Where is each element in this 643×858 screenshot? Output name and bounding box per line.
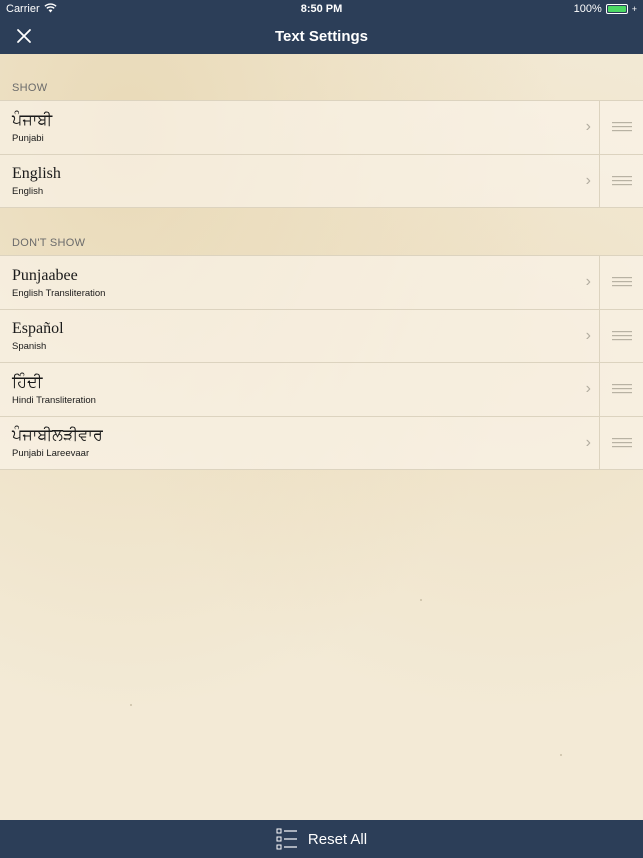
list-item-english[interactable]: English English ›: [0, 154, 643, 208]
row-subtitle: English Transliteration: [12, 287, 106, 299]
close-icon: [17, 29, 31, 43]
reorder-icon: [611, 122, 632, 132]
chevron-right-icon[interactable]: ›: [586, 380, 591, 398]
reset-all-label: Reset All: [307, 830, 368, 848]
row-main: Español Spanish: [0, 319, 643, 352]
row-title: ਹਿੰਦੀ: [12, 373, 43, 391]
row-title: ਪੰਜਾਬੀਲੜੀਵਾਰ: [12, 427, 103, 445]
row-title: Español: [12, 320, 64, 338]
close-button[interactable]: [10, 22, 38, 50]
row-main: Punjaabee English Transliteration: [0, 266, 643, 299]
reorder-icon: [611, 384, 632, 394]
row-subtitle: Spanish: [12, 341, 47, 353]
list-item-punjabi[interactable]: ਪੰਜਾਬੀ Punjabi ›: [0, 101, 643, 155]
row-main: ਪੰਜਾਬੀਲੜੀਵਾਰ Punjabi Lareevaar: [0, 426, 643, 459]
list-item-hindi[interactable]: ਹਿੰਦੀ Hindi Transliteration ›: [0, 363, 643, 417]
row-title: English: [12, 165, 61, 183]
drag-handle[interactable]: [599, 256, 643, 309]
battery-fill: [607, 6, 626, 12]
section-header-show: SHOW: [12, 82, 48, 94]
list-item-lareevaar[interactable]: ਪੰਜਾਬੀਲੜੀਵਾਰ Punjabi Lareevaar ›: [0, 416, 643, 470]
row-main: ਪੰਜਾਬੀ Punjabi: [0, 111, 643, 144]
dont-show-list: Punjaabee English Transliteration › Espa…: [0, 255, 643, 470]
battery-icon: [605, 4, 628, 14]
drag-handle[interactable]: [599, 154, 643, 207]
row-subtitle: English: [12, 186, 44, 198]
row-title: ਪੰਜਾਬੀ: [12, 111, 53, 129]
row-main: English English: [0, 164, 643, 197]
row-subtitle: Punjabi: [12, 132, 44, 144]
reorder-icon: [611, 437, 632, 447]
chevron-right-icon[interactable]: ›: [586, 273, 591, 291]
drag-handle[interactable]: [599, 363, 643, 416]
status-left: Carrier: [6, 2, 57, 16]
status-bar: Carrier 8:50 PM 100% +: [0, 0, 643, 18]
nav-bar: Text Settings: [0, 18, 643, 54]
section-header-dont-show: DON'T SHOW: [12, 237, 86, 249]
reorder-icon: [611, 277, 632, 287]
list-item-espanol[interactable]: Español Spanish ›: [0, 309, 643, 363]
chevron-right-icon[interactable]: ›: [586, 118, 591, 136]
status-right: 100% +: [574, 3, 637, 15]
row-title: Punjaabee: [12, 266, 78, 284]
chevron-right-icon[interactable]: ›: [586, 327, 591, 345]
checklist-icon: [276, 828, 297, 850]
drag-handle[interactable]: [599, 309, 643, 362]
reorder-icon: [611, 330, 632, 340]
row-subtitle: Punjabi Lareevaar: [12, 448, 90, 460]
row-main: ਹਿੰਦੀ Hindi Transliteration: [0, 373, 643, 406]
reset-all-button[interactable]: Reset All: [0, 820, 643, 858]
carrier-label: Carrier: [6, 3, 40, 15]
wifi-icon: [44, 2, 57, 16]
drag-handle[interactable]: [599, 416, 643, 469]
status-time: 8:50 PM: [300, 3, 343, 15]
reorder-icon: [611, 175, 632, 185]
paper-speck: [560, 754, 562, 756]
drag-handle[interactable]: [599, 101, 643, 154]
chevron-right-icon[interactable]: ›: [586, 434, 591, 452]
paper-speck: [420, 599, 422, 601]
settings-content: SHOW ਪੰਜਾਬੀ Punjabi › English English ›: [0, 54, 643, 820]
chevron-right-icon[interactable]: ›: [586, 172, 591, 190]
paper-speck: [130, 704, 132, 706]
show-list: ਪੰਜਾਬੀ Punjabi › English English ›: [0, 100, 643, 208]
page-title: Text Settings: [274, 27, 369, 45]
charging-icon: +: [631, 4, 637, 14]
list-item-punjaabee[interactable]: Punjaabee English Transliteration ›: [0, 256, 643, 310]
battery-percent: 100%: [573, 3, 602, 15]
row-subtitle: Hindi Transliteration: [12, 394, 96, 406]
